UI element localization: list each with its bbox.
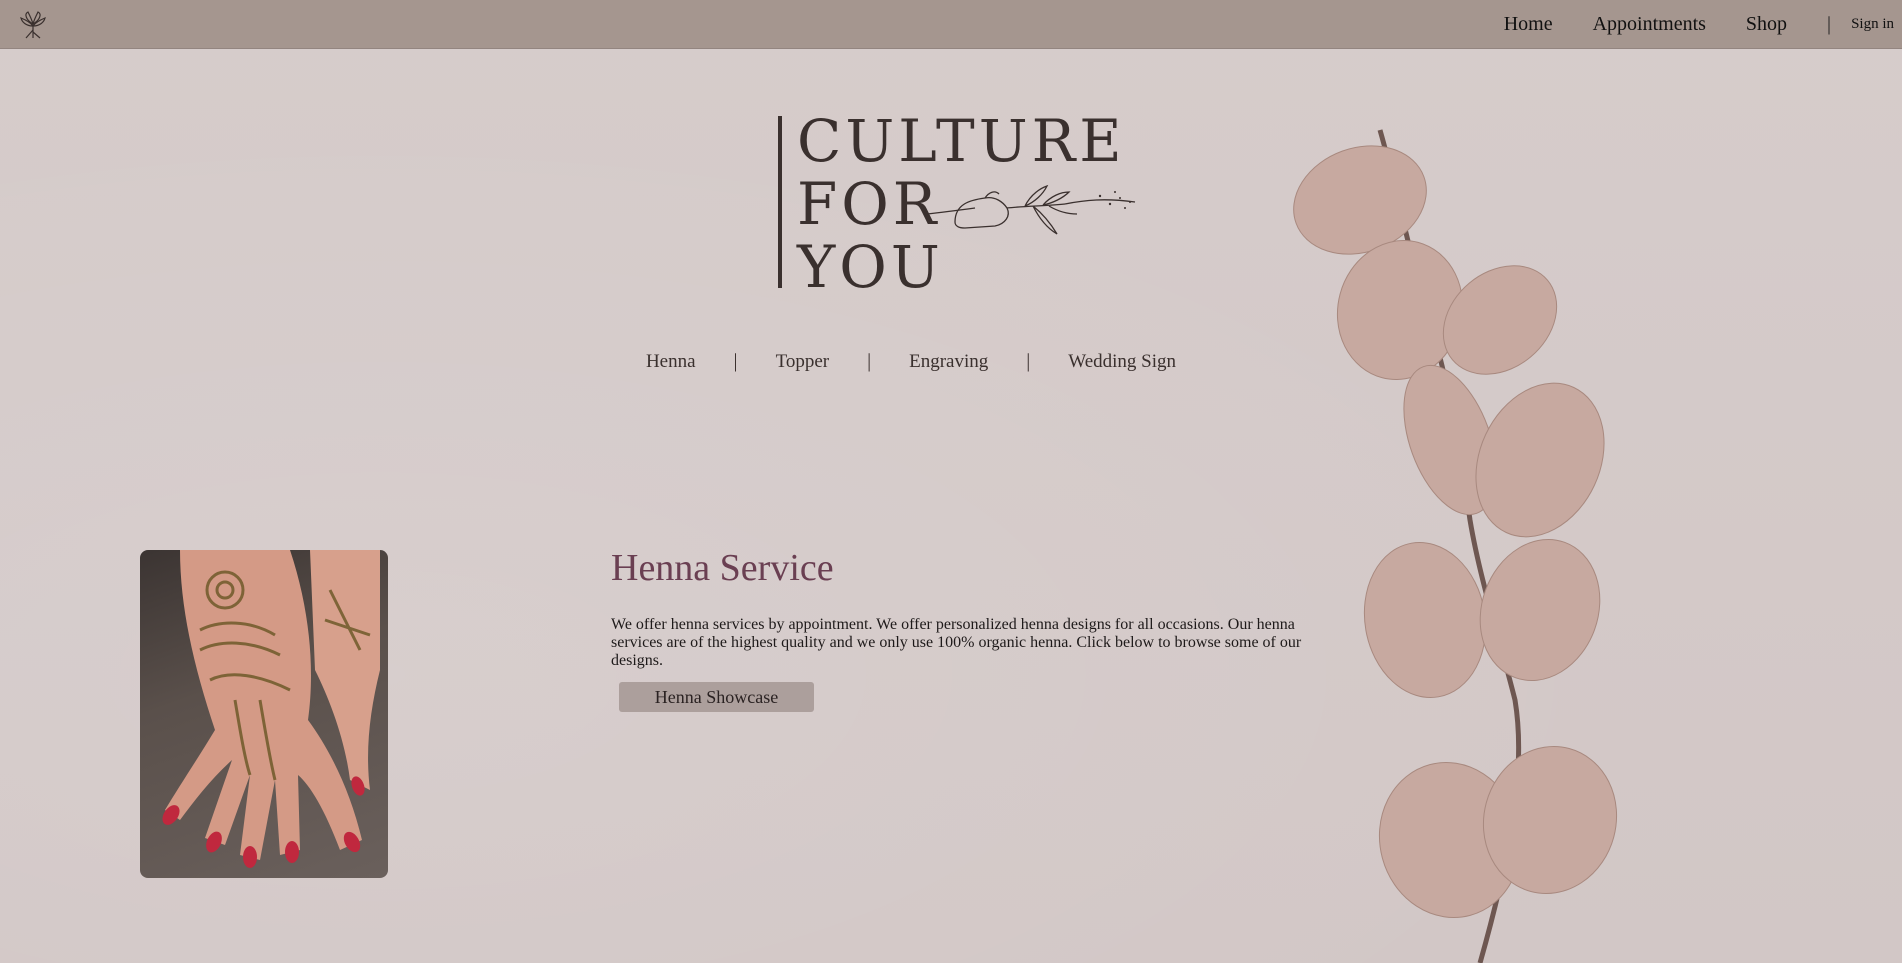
category-separator: | [733, 350, 738, 372]
logo-line-1: CULTURE [797, 107, 1126, 175]
category-henna-link[interactable]: Henna [646, 351, 696, 373]
service-title: Henna Service [611, 547, 834, 589]
henna-showcase-button[interactable]: Henna Showcase [619, 682, 814, 712]
culture-for-you-logo: CULTURE FOR YOU [770, 107, 1150, 296]
nav-appointments-link[interactable]: Appointments [1593, 13, 1706, 36]
category-separator: | [1026, 350, 1031, 372]
nav-home-link[interactable]: Home [1504, 13, 1553, 36]
category-wedding-sign-link[interactable]: Wedding Sign [1068, 351, 1176, 373]
nav-separator: | [1827, 12, 1832, 35]
category-topper-link[interactable]: Topper [776, 351, 830, 373]
service-description: We offer henna services by appointment. … [611, 616, 1302, 669]
category-separator: | [867, 350, 872, 372]
sign-in-link[interactable]: Sign in [1851, 16, 1894, 33]
nav-shop-link[interactable]: Shop [1746, 13, 1787, 36]
hand-holding-sprig-icon [926, 184, 1136, 235]
henna-hands-illustration [162, 550, 380, 868]
logo-line-3: YOU [797, 233, 944, 301]
category-engraving-link[interactable]: Engraving [909, 351, 988, 373]
eucalyptus-branch-image [1293, 129, 1618, 963]
logo-line-2: FOR [797, 170, 941, 238]
main-nav: Home Appointments Shop | Sign in [1504, 0, 1902, 48]
category-nav: Henna | Topper | Engraving | Wedding Sig… [0, 350, 1902, 373]
logo-bar [778, 116, 782, 288]
lily-flower-icon[interactable] [16, 8, 50, 42]
henna-hands-photo [140, 550, 388, 878]
top-navbar: Home Appointments Shop | Sign in [0, 0, 1902, 49]
